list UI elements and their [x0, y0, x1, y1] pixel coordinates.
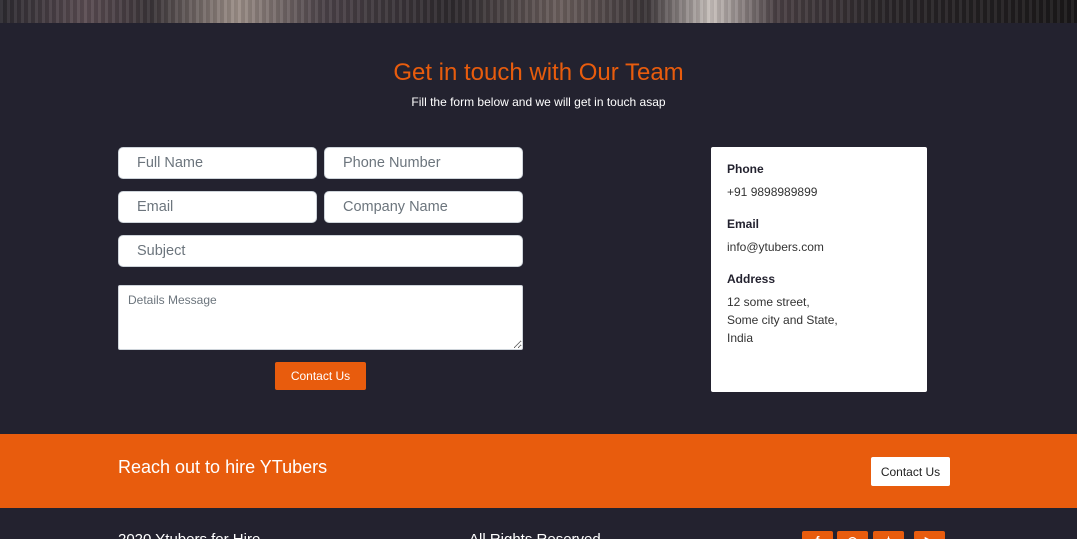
contact-us-submit-button[interactable]: Contact Us [275, 362, 366, 390]
email-input[interactable] [118, 191, 317, 223]
company-name-input[interactable] [324, 191, 523, 223]
phone-label: Phone [727, 162, 764, 176]
cta-text: Reach out to hire YTubers [118, 457, 328, 477]
address-line-3: India [727, 331, 754, 345]
hero-image-strip [0, 0, 1077, 23]
contact-section: Get in touch with Our Team Fill the form… [0, 23, 1077, 434]
facebook-icon[interactable]: f [802, 531, 833, 539]
footer-rights: All Rights Reserved [469, 531, 601, 539]
section-title: Get in touch with Our Team [393, 59, 684, 86]
contact-info-card: Phone +91 9898989899 Email info@ytubers.… [711, 147, 927, 392]
footer: 2020 Ytubers for Hire All Rights Reserve… [0, 508, 1077, 539]
cta-band: Reach out to hire YTubers Contact Us [0, 434, 1077, 508]
phone-number-input[interactable] [324, 147, 523, 179]
cta-contact-us-button[interactable]: Contact Us [871, 457, 950, 486]
address-label: Address [727, 272, 776, 286]
phone-value: +91 9898989899 [727, 185, 818, 199]
youtube-icon[interactable]: ▶ [914, 531, 945, 539]
instagram-icon[interactable]: ◎ [837, 531, 868, 539]
full-name-input[interactable] [118, 147, 317, 179]
email-value: info@ytubers.com [727, 240, 824, 254]
email-label: Email [727, 217, 760, 231]
footer-copyright: 2020 Ytubers for Hire [118, 531, 260, 539]
address-line-1: 12 some street, [727, 295, 810, 309]
twitter-icon[interactable]: ✦ [873, 531, 904, 539]
address-line-2: Some city and State, [727, 313, 838, 327]
details-message-textarea[interactable] [118, 285, 523, 350]
subject-input[interactable] [118, 235, 523, 267]
section-subtitle: Fill the form below and we will get in t… [411, 95, 666, 109]
